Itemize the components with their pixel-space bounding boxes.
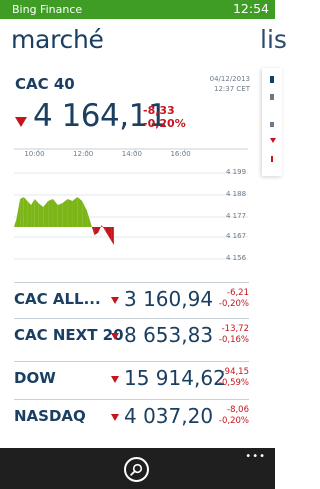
chart-area-segment [111, 227, 114, 245]
search-icon [130, 463, 143, 476]
index-name: CAC NEXT 20 [14, 326, 124, 344]
chart-area-segment [57, 203, 63, 227]
row-divider [14, 318, 249, 319]
featured-index-timestamp: 04/12/2013 12:37 CET [209, 75, 250, 93]
index-value: 3 160,94 [124, 287, 214, 311]
change-points: -8,33 [143, 104, 175, 117]
intraday-chart[interactable] [0, 140, 275, 270]
chart-time-label: 16:00 [170, 150, 191, 158]
app-bar: ••• [0, 448, 275, 489]
chart-time-label: 14:00 [121, 150, 142, 158]
index-name: DOW [14, 369, 56, 387]
chart-value-label: 4 177 [226, 212, 247, 220]
index-change: -13,72 -0,16% [218, 324, 249, 345]
index-name: CAC ALL... [14, 290, 101, 308]
chart-area-segment [43, 201, 49, 227]
chart-area-segment [72, 197, 78, 227]
index-name: NASDAQ [14, 407, 86, 425]
chart-value-label: 4 199 [226, 168, 247, 176]
index-value: 8 653,83 [124, 323, 214, 347]
index-value: 4 037,20 [124, 404, 214, 428]
row-divider [14, 282, 249, 283]
chart-time-label: 10:00 [24, 150, 45, 158]
down-arrow-icon [15, 117, 27, 127]
chart-time-label: 12:00 [73, 150, 94, 158]
chart-area-segment [108, 227, 112, 241]
chart-value-label: 4 167 [226, 232, 247, 240]
app-name: Bing Finance [12, 3, 83, 16]
down-arrow-icon [111, 333, 119, 340]
chart-area-segment [94, 227, 99, 235]
chart-area-segment [77, 197, 83, 227]
pivot-header-market[interactable]: marché [11, 25, 104, 54]
featured-index-name: CAC 40 [15, 75, 75, 93]
pivot-header-next[interactable]: lis [260, 25, 287, 54]
row-divider [14, 361, 249, 362]
chart-area-segment [38, 203, 44, 227]
chart-area-segment [16, 199, 21, 227]
chart-area-segment [20, 197, 24, 227]
chart-area-segment [14, 219, 17, 227]
chart-area-segment [34, 199, 39, 227]
index-row[interactable]: DOW 15 914,62 -94,15 -0,59% [14, 361, 249, 403]
change-percent: -0,20% [143, 117, 186, 130]
chart-area-segment [82, 201, 88, 227]
chart-area-segment [62, 199, 68, 227]
status-bar: Bing Finance 12:54 [0, 0, 275, 19]
chart-area-segment [101, 225, 106, 231]
chart-area-segment [87, 211, 92, 227]
index-change: -6,21 -0,20% [218, 288, 249, 309]
chart-area-segment [31, 199, 35, 227]
chart-area-segment [52, 199, 58, 227]
index-row[interactable]: NASDAQ 4 037,20 -8,06 -0,20% [14, 399, 249, 441]
index-change: -94,15 -0,59% [218, 367, 249, 388]
index-value: 15 914,62 [124, 366, 226, 390]
down-arrow-icon [111, 414, 119, 421]
chart-area-segment [67, 199, 73, 227]
chart-area-segment [27, 201, 32, 227]
chart-area-segment [91, 227, 95, 235]
chart-area-segment [105, 227, 109, 237]
clock: 12:54 [232, 1, 269, 16]
chart-area-segment [48, 199, 53, 227]
featured-index-change: -8,33 -0,20% [143, 104, 186, 130]
down-arrow-icon [111, 297, 119, 304]
chart-value-label: 4 156 [226, 254, 247, 262]
index-change: -8,06 -0,20% [218, 405, 249, 426]
index-row[interactable]: CAC NEXT 20 8 653,83 -13,72 -0,16% [14, 318, 249, 360]
search-button[interactable] [124, 457, 149, 482]
chart-area-segment [23, 197, 28, 227]
row-divider [14, 399, 249, 400]
intraday-chart-svg [14, 148, 248, 260]
chart-area-segment [98, 225, 102, 233]
more-options-button[interactable]: ••• [245, 451, 266, 462]
down-arrow-icon [111, 376, 119, 383]
chart-value-label: 4 188 [226, 190, 247, 198]
